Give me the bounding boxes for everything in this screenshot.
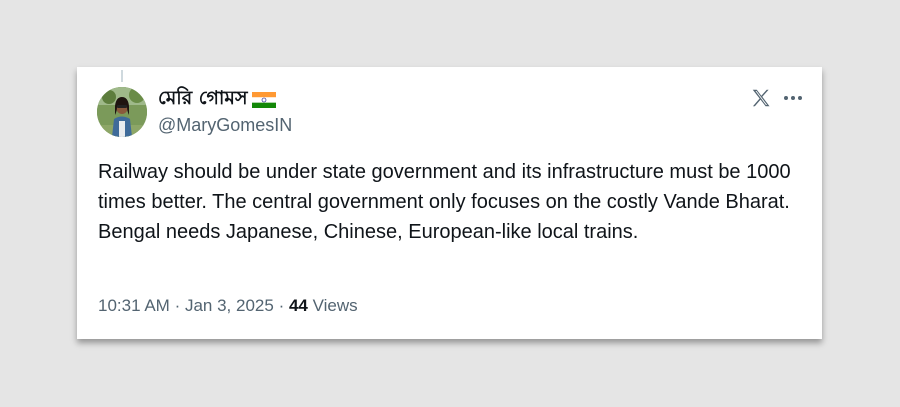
- meta-separator: ·: [278, 296, 285, 315]
- tweet-text: Railway should be under state government…: [98, 161, 791, 243]
- author-name-row: মেরি গোমস: [158, 87, 276, 111]
- avatar[interactable]: [97, 87, 147, 137]
- india-flag-icon: [251, 92, 276, 108]
- thread-line: [121, 70, 123, 82]
- meta-separator: ·: [174, 296, 181, 315]
- tweet-time[interactable]: 10:31 AM: [98, 296, 170, 315]
- profile-photo-icon: [97, 87, 147, 137]
- author-handle[interactable]: @MaryGomesIN: [158, 115, 292, 136]
- x-logo-icon[interactable]: [750, 87, 772, 109]
- tweet-card: মেরি গোমস @MaryGomesIN Railway should be…: [77, 67, 822, 339]
- tweet-meta: 10:31 AM · Jan 3, 2025 · 44 Views: [98, 296, 358, 316]
- views-count: 44: [288, 296, 308, 315]
- views-label: Views: [312, 296, 358, 315]
- display-name[interactable]: মেরি গোমস: [158, 84, 248, 116]
- more-options-icon[interactable]: [783, 87, 803, 109]
- tweet-date[interactable]: Jan 3, 2025: [185, 296, 274, 315]
